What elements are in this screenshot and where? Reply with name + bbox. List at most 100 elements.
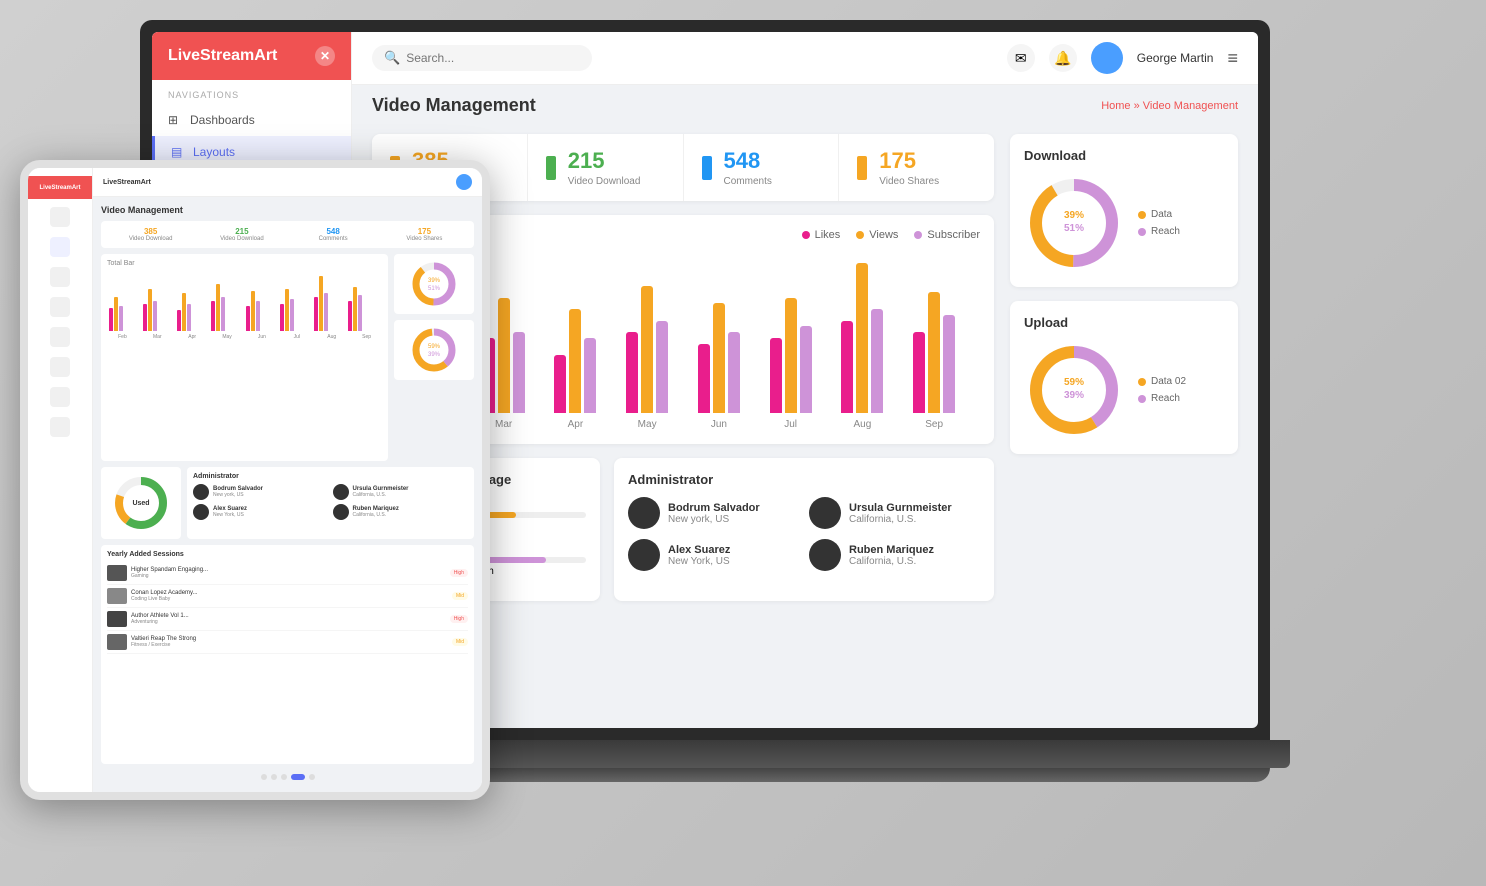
tablet-admin-info-1: Ursula Gurnmeister California, U.S. [353,486,409,498]
nav-label: NAVIGATIONS [152,80,351,104]
tablet-page-dot-0[interactable] [261,774,267,780]
tablet-bar-likes-4 [246,306,250,331]
tablet-table-thumb-2 [107,611,127,627]
admin-card: Administrator Bodrum Salvador New york, … [614,458,994,601]
tablet-bar-views-3 [216,284,220,331]
close-sidebar-button[interactable]: ✕ [315,46,335,66]
sidebar-item-dashboards[interactable]: ⊞ Dashboards [152,104,351,136]
bar-subs-may [656,321,668,413]
tablet-page-dot-2[interactable] [281,774,287,780]
tablet-topbar-right [456,174,472,190]
grid-icon: ⊞ [168,113,182,127]
legend-label-views: Views [869,229,898,241]
download-legend-label-reach: Reach [1151,226,1180,237]
tablet-admin-person-1: Ursula Gurnmeister California, U.S. [333,484,469,500]
tablet-nav-dot-6[interactable] [50,387,70,407]
tablet-nav-dot-1[interactable] [50,237,70,257]
tablet-bar-likes-5 [280,304,284,332]
tablet-mini-bar-group-3 [211,284,243,331]
tablet-nav-dot-5[interactable] [50,357,70,377]
tablet-bar-label-jun: Jun [247,334,278,340]
admin-loc-3: California, U.S. [849,556,934,567]
search-box[interactable]: 🔍 [372,45,592,71]
admin-info-2: Alex Suarez New York, US [668,544,730,567]
tablet-nav-dot-2[interactable] [50,267,70,287]
bar-label-jul: Jul [755,419,827,430]
legend-dot-views [856,231,864,239]
tablet-mini-bar-group-1 [143,289,175,331]
tablet-inner: LiveStreamArt LiveStreamArt [28,168,482,792]
tablet-bar-subs-7 [358,295,362,331]
download-legend-reach: Reach [1138,226,1180,237]
tablet-nav-dot-4[interactable] [50,327,70,347]
tablet-admin-info-2: Alex Suarez New York, US [213,506,247,518]
upload-pct2-text: 39% [1064,390,1084,401]
upload-pct1-text: 59% [1064,377,1084,388]
bar-likes-jun [698,344,710,413]
tablet-bar-subs-3 [221,297,225,331]
tablet-bar-likes-6 [314,297,318,331]
stat-label-shares: Video Shares [879,176,939,187]
bar-views-apr [569,309,581,413]
download-chart-content: 39% 51% Data [1024,173,1224,273]
download-legend-label-data: Data [1151,209,1172,220]
tablet-table-info-3: Valtieri Reap The Strong Fitness / Exerc… [131,636,448,648]
tablet-mini-bar-group-7 [348,287,380,331]
admin-name-0: Bodrum Salvador [668,502,760,514]
top-bar-right: ✉ 🔔 George Martin ≡ [1007,42,1238,74]
tablet-pagination [101,770,474,784]
tablet-nav-dot-7[interactable] [50,417,70,437]
tablet-table-date-1: Coding Live Baby [131,596,448,602]
admin-avatar-3 [809,539,841,571]
tablet-nav-dot-0[interactable] [50,207,70,227]
mail-icon[interactable]: ✉ [1007,44,1035,72]
tablet-admin-person-0: Bodrum Salvador New york, US [193,484,329,500]
tablet-user-avatar [456,174,472,190]
tablet-table-row-1: Conan Lopez Academy... Coding Live Baby … [107,585,468,608]
tablet-table-section: Yearly Added Sessions Higher Spandam Eng… [101,545,474,764]
stat-info-likes: 215 Video Download [568,148,641,187]
tablet-stat-3: 175 Video Shares [381,227,468,242]
hamburger-menu[interactable]: ≡ [1227,48,1238,69]
tablet-table-date-2: Adventuring [131,619,446,625]
tablet-content: Video Management 385 Video Download 215 … [93,197,482,792]
tablet-page-dot-1[interactable] [271,774,277,780]
stat-label-likes: Video Download [568,176,641,187]
admin-name-3: Ruben Mariquez [849,544,934,556]
tablet-bar-label-feb: Feb [107,334,138,340]
bar-label-jun: Jun [683,419,755,430]
tablet-page-dot-4[interactable] [309,774,315,780]
tablet-mini-bar-group-6 [314,276,346,331]
tablet-nav-dot-3[interactable] [50,297,70,317]
stat-icon-shares [857,156,867,180]
tablet-page-dot-3[interactable] [291,774,305,780]
admin-loc-1: California, U.S. [849,514,952,525]
bell-icon[interactable]: 🔔 [1049,44,1077,72]
tablet-mini-bar-group-5 [280,289,312,331]
tablet-bar-views-1 [148,289,152,331]
bar-views-jun [713,303,725,413]
admin-person-0: Bodrum Salvador New york, US [628,497,799,529]
tablet-admin-av-0 [193,484,209,500]
tablet-mini-bar-group-4 [246,291,278,331]
tablet-bar-label-may: May [212,334,243,340]
admin-info-0: Bodrum Salvador New york, US [668,502,760,525]
stat-label-comments: Comments [724,176,772,187]
search-input[interactable] [406,51,566,65]
user-name: George Martin [1137,51,1214,65]
legend-views: Views [856,229,898,241]
tablet-donut-download: 39% 51% [394,254,474,314]
tablet-bar-views-4 [251,291,255,331]
tablet-admin-person-3: Ruben Mariquez California, U.S. [333,504,469,520]
scene: LiveStreamArt ✕ NAVIGATIONS ⊞ Dashboards… [0,0,1486,886]
tablet-bar-views-7 [353,287,357,331]
bar-likes-sep [913,332,925,413]
tablet-bar-label-aug: Aug [316,334,347,340]
upload-chart-content: 59% 39% Data 02 [1024,340,1224,440]
bar-subs-jul [800,326,812,413]
tablet-table-thumb-1 [107,588,127,604]
bar-group-jul [755,298,827,413]
breadcrumb: Home » Video Management [1101,100,1238,112]
tablet-chart-label: Total Bar [107,260,382,267]
upload-legend-dot-data [1138,378,1146,386]
